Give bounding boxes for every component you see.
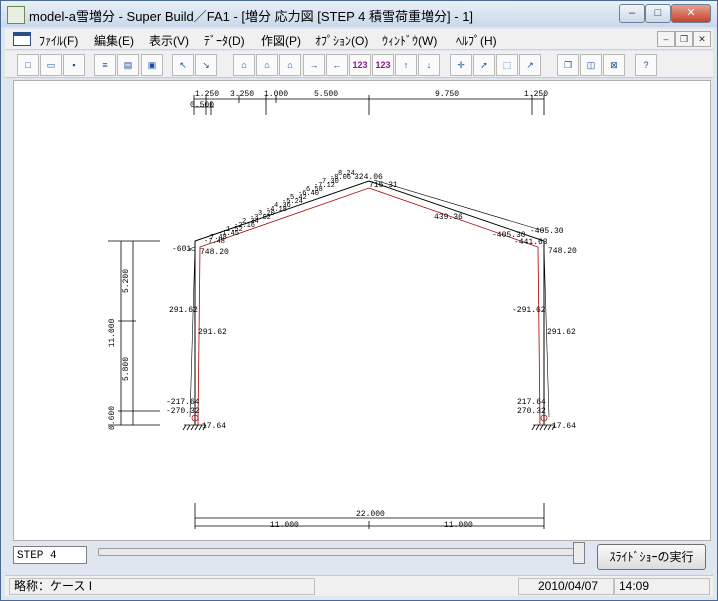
left-label-bot-1: -217.64 bbox=[166, 398, 200, 407]
arrow-up-icon[interactable]: ↑ bbox=[395, 54, 417, 76]
pointer-back-icon[interactable]: ↖ bbox=[172, 54, 194, 76]
status-date: 2010/04/07 bbox=[518, 578, 614, 595]
label-123-up-icon[interactable]: 123 bbox=[349, 54, 371, 76]
arrow-down-icon[interactable]: ↓ bbox=[418, 54, 440, 76]
window-close-icon[interactable]: ⊠ bbox=[603, 54, 625, 76]
dim-top-3: 1.000 bbox=[264, 90, 288, 99]
save-icon[interactable]: ▪ bbox=[63, 54, 85, 76]
close-button[interactable]: ✕ bbox=[671, 4, 711, 23]
bottom-dim-right: 11.000 bbox=[444, 521, 473, 530]
right-label-bot-1: 217.64 bbox=[517, 398, 546, 407]
document-icon[interactable] bbox=[13, 32, 31, 46]
left-label-top-neg: -601 bbox=[172, 245, 191, 254]
bottom-dim-total: 22.000 bbox=[356, 510, 385, 519]
label-123-down-icon[interactable]: 123 bbox=[372, 54, 394, 76]
menu-window[interactable]: ｳｨﾝﾄﾞｳ(W) bbox=[382, 32, 437, 49]
right-label-mid-2: 291.62 bbox=[547, 328, 576, 337]
bottom-dim-left: 11.000 bbox=[270, 521, 299, 530]
toolbar: □ ▭ ▪ ≡ ▤ ▣ ↖ ↘ ⌂ ⌂ ⌂ → ← 123 123 ↑ ↓ ✛ … bbox=[5, 51, 713, 78]
left-label-base: 17.64 bbox=[202, 422, 226, 431]
print-icon[interactable]: ▣ bbox=[141, 54, 163, 76]
right-label-top-2: -441.63 bbox=[514, 238, 548, 247]
frame-grid-icon[interactable]: ⌂ bbox=[256, 54, 278, 76]
frame-icon[interactable]: ⌂ bbox=[233, 54, 255, 76]
new-file-icon[interactable]: □ bbox=[17, 54, 39, 76]
menu-file[interactable]: ﾌｧｲﾙ(F) bbox=[39, 32, 78, 49]
slideshow-button[interactable]: ｽﾗｲﾄﾞｼｮｰの実行 bbox=[597, 544, 706, 570]
roof-label-peak-2: 715.31 bbox=[369, 181, 398, 190]
app-window: model-a雪増分 - Super Build／FA1 - [増分 応力図 [… bbox=[0, 0, 718, 601]
dim-left-4: 0.600 bbox=[108, 406, 117, 430]
right-label-bot-2: 270.32 bbox=[517, 407, 546, 416]
dim-left-1: 5.200 bbox=[122, 269, 131, 293]
step-slider-track[interactable] bbox=[98, 548, 580, 556]
mdi-minimize-button[interactable]: – bbox=[657, 31, 675, 47]
dim-top-small: 0.500 bbox=[190, 101, 214, 110]
mdi-close-button[interactable]: ✕ bbox=[693, 31, 711, 47]
select-add-icon[interactable]: ➚ bbox=[473, 54, 495, 76]
title-bar: model-a雪増分 - Super Build／FA1 - [増分 応力図 [… bbox=[1, 1, 717, 27]
left-label-top: 748.20 bbox=[200, 248, 229, 257]
moment-left-col bbox=[189, 246, 196, 418]
svg-text:8.24: 8.24 bbox=[338, 170, 355, 178]
select-icon[interactable]: ✛ bbox=[450, 54, 472, 76]
step-indicator: STEP 4 bbox=[13, 546, 87, 564]
table-icon[interactable]: ▤ bbox=[117, 54, 139, 76]
menu-view[interactable]: 表示(V) bbox=[149, 32, 189, 49]
minimize-button[interactable]: – bbox=[619, 4, 645, 23]
status-case: 略称：ケース I bbox=[9, 578, 315, 595]
app-icon bbox=[7, 6, 25, 24]
right-label-top-4: 748.20 bbox=[548, 247, 577, 256]
mdi-restore-button[interactable]: ❐ bbox=[675, 31, 693, 47]
open-folder-icon[interactable]: ▭ bbox=[40, 54, 62, 76]
menu-data[interactable]: ﾃﾞｰﾀ(D) bbox=[204, 32, 245, 49]
roof-label-cluster: -7.487.48-1.45 1.52-2.162.34 -3.023.20-4… bbox=[204, 170, 355, 246]
dim-top-1: 1.250 bbox=[195, 90, 219, 99]
dim-left-2: 11.000 bbox=[108, 318, 117, 347]
menu-bar: ﾌｧｲﾙ(F) 編集(E) 表示(V) ﾃﾞｰﾀ(D) 作図(P) ｵﾌﾟｼｮﾝ… bbox=[5, 29, 713, 50]
help-icon[interactable]: ? bbox=[635, 54, 657, 76]
export-icon[interactable]: → bbox=[303, 54, 325, 76]
moment-roof-right bbox=[373, 179, 545, 232]
right-label-top-3: -405.30 bbox=[530, 227, 564, 236]
left-label-mid-2: 291.62 bbox=[198, 328, 227, 337]
frame-delete-icon[interactable]: ⌂ bbox=[279, 54, 301, 76]
dim-top-5: 9.750 bbox=[435, 90, 459, 99]
status-time: 14:09 bbox=[614, 578, 710, 595]
status-bar: 略称：ケース I 2010/04/07 14:09 bbox=[5, 575, 713, 596]
dim-top-4: 5.500 bbox=[314, 90, 338, 99]
right-label-mid-1: -291.62 bbox=[512, 306, 546, 315]
menu-edit[interactable]: 編集(E) bbox=[94, 32, 134, 49]
maximize-button[interactable]: □ bbox=[645, 4, 671, 23]
roof-label-right: 439.36 bbox=[434, 213, 463, 222]
left-label-mid-1: 291.62 bbox=[169, 306, 198, 315]
select-rect-icon[interactable]: ⬚ bbox=[496, 54, 518, 76]
menu-options[interactable]: ｵﾌﾟｼｮﾝ(O) bbox=[315, 32, 368, 49]
list-icon[interactable]: ≡ bbox=[94, 54, 116, 76]
drawing-canvas[interactable]: 1.250 3.250 1.000 5.500 9.750 1.250 0.50… bbox=[13, 80, 711, 541]
select-disabled-icon[interactable]: ↗ bbox=[519, 54, 541, 76]
stress-diagram: 1.250 3.250 1.000 5.500 9.750 1.250 0.50… bbox=[108, 90, 577, 530]
import-icon[interactable]: ← bbox=[326, 54, 348, 76]
right-label-base: 17.64 bbox=[552, 422, 576, 431]
dim-top-2: 3.250 bbox=[230, 90, 254, 99]
window-cascade-icon[interactable]: ❐ bbox=[557, 54, 579, 76]
window-title: model-a雪増分 - Super Build／FA1 - [増分 応力図 [… bbox=[29, 9, 474, 24]
step-slider-thumb[interactable] bbox=[573, 542, 585, 564]
window-tile-icon[interactable]: ◫ bbox=[580, 54, 602, 76]
dim-top-6: 1.250 bbox=[524, 90, 548, 99]
dim-left-3: 5.800 bbox=[122, 357, 131, 381]
menu-help[interactable]: ﾍﾙﾌﾟ(H) bbox=[456, 32, 497, 49]
pointer-forward-icon[interactable]: ↘ bbox=[195, 54, 217, 76]
menu-draw[interactable]: 作図(P) bbox=[261, 32, 301, 49]
